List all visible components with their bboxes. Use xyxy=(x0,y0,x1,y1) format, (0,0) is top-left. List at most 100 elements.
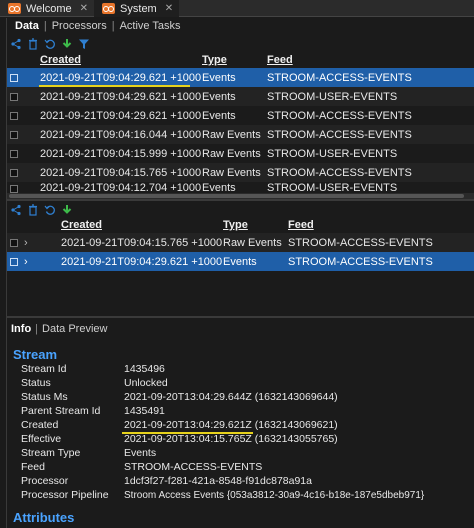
row-checkbox[interactable] xyxy=(10,149,18,158)
property-row: Status Ms 2021-09-20T13:04:29.644Z (16321… xyxy=(21,390,471,404)
attributes-section-title: Attributes xyxy=(13,510,75,525)
delete-icon[interactable] xyxy=(27,38,39,50)
cell-created: 2021-09-21T09:04:29.621 +1000 xyxy=(40,90,202,103)
tab-welcome[interactable]: Welcome ✕ xyxy=(0,0,94,17)
restore-icon[interactable] xyxy=(44,38,56,50)
cell-feed: STROOM-ACCESS-EVENTS xyxy=(288,236,433,249)
close-icon[interactable]: ✕ xyxy=(165,3,173,14)
property-row: Processor 1dcf3f27-f281-421a-8548-f91dc87… xyxy=(21,474,471,488)
table-row[interactable]: 2021-09-21T09:04:29.621 +1000 Events STR… xyxy=(7,106,474,125)
property-key: Stream Type xyxy=(21,447,81,459)
property-key: Status Ms xyxy=(21,391,68,403)
property-value: 2021-09-20T13:04:15.765Z (1632143055765) xyxy=(124,433,338,445)
related-streams-grid: Created Type Feed › 2021-09-21T09:04:15.… xyxy=(7,217,474,271)
property-key: Effective xyxy=(21,433,62,445)
filter-icon[interactable] xyxy=(78,38,90,50)
table-row[interactable]: 2021-09-21T09:04:16.044 +1000 Raw Events… xyxy=(7,125,474,144)
table-row[interactable]: › 2021-09-21T09:04:29.621 +1000 Events S… xyxy=(7,252,474,271)
header-type[interactable]: Type xyxy=(202,54,227,66)
header-feed[interactable]: Feed xyxy=(288,219,314,231)
table-row[interactable]: 2021-09-21T09:04:29.621 +1000 Events STR… xyxy=(7,87,474,106)
cell-feed: STROOM-ACCESS-EVENTS xyxy=(267,128,412,141)
header-type[interactable]: Type xyxy=(223,219,248,231)
tab-label: System xyxy=(120,2,157,15)
stroom-logo-icon xyxy=(102,3,116,14)
expand-chevron-icon[interactable]: › xyxy=(24,237,28,249)
property-key: Created xyxy=(21,419,59,431)
subtab-processors[interactable]: Processors xyxy=(52,20,107,34)
tab-info[interactable]: Info xyxy=(11,323,31,335)
bottom-toolbar xyxy=(10,203,73,217)
cell-created: 2021-09-21T09:04:29.621 +1000 xyxy=(40,71,202,84)
property-row: Stream Id 1435496 xyxy=(21,362,471,376)
row-checkbox[interactable] xyxy=(10,257,18,266)
property-value: Events xyxy=(124,447,157,459)
cell-type: Events xyxy=(223,255,257,268)
row-checkbox[interactable] xyxy=(10,111,18,120)
header-created[interactable]: Created xyxy=(40,54,81,66)
property-value: STROOM-ACCESS-EVENTS xyxy=(124,461,263,473)
property-key: Processor xyxy=(21,475,69,487)
row-checkbox[interactable] xyxy=(10,238,18,247)
subtab-active-tasks[interactable]: Active Tasks xyxy=(120,20,181,34)
cell-feed: STROOM-USER-EVENTS xyxy=(267,90,398,103)
property-key: Feed xyxy=(21,461,45,473)
property-row: Feed STROOM-ACCESS-EVENTS xyxy=(21,460,471,474)
property-row: Created 2021-09-20T13:04:29.621Z (1632143… xyxy=(21,418,471,432)
cell-type: Events xyxy=(202,109,236,122)
cell-created: 2021-09-21T09:04:29.621 +1000 xyxy=(61,255,223,268)
stroom-logo-icon xyxy=(8,3,21,14)
tab-data-preview[interactable]: Data Preview xyxy=(42,323,107,335)
property-row: Stream Type Events xyxy=(21,446,471,460)
tab-bar: Welcome ✕ System ✕ xyxy=(0,0,474,17)
header-created[interactable]: Created xyxy=(61,219,102,231)
info-tabs: Info | Data Preview xyxy=(11,323,107,335)
cell-type: Events xyxy=(202,71,236,84)
download-icon[interactable] xyxy=(61,38,73,50)
streams-grid: Created Type Feed 2021-09-21T09:04:29.62… xyxy=(7,52,474,194)
property-key: Status xyxy=(21,377,51,389)
scrollbar-thumb[interactable] xyxy=(9,194,464,198)
property-value: 2021-09-20T13:04:29.621Z (1632143069621) xyxy=(124,419,338,431)
row-checkbox[interactable] xyxy=(10,168,18,177)
cell-type: Events xyxy=(202,90,236,103)
share-icon[interactable] xyxy=(10,204,22,216)
share-icon[interactable] xyxy=(10,38,22,50)
property-row: Status Unlocked xyxy=(21,376,471,390)
cell-type: Raw Events xyxy=(202,166,261,179)
subtab-data[interactable]: Data xyxy=(15,20,39,34)
row-checkbox[interactable] xyxy=(10,92,18,101)
separator: | xyxy=(43,20,47,32)
cell-type: Raw Events xyxy=(202,128,261,141)
tab-system[interactable]: System ✕ xyxy=(94,0,180,17)
separator: | xyxy=(35,323,39,335)
property-key: Stream Id xyxy=(21,363,67,375)
cell-type: Raw Events xyxy=(223,236,282,249)
splitter[interactable] xyxy=(7,199,474,201)
cell-feed: STROOM-ACCESS-EVENTS xyxy=(288,255,433,268)
tab-label: Welcome xyxy=(26,2,72,15)
highlight-underline xyxy=(39,85,190,87)
splitter[interactable] xyxy=(7,316,474,318)
cell-created: 2021-09-21T09:04:15.765 +1000 xyxy=(40,166,202,179)
table-row[interactable]: 2021-09-21T09:04:15.765 +1000 Raw Events… xyxy=(7,163,474,182)
header-feed[interactable]: Feed xyxy=(267,54,293,66)
separator: | xyxy=(111,20,115,32)
expand-chevron-icon[interactable]: › xyxy=(24,256,28,268)
row-checkbox[interactable] xyxy=(10,73,18,82)
delete-icon[interactable] xyxy=(27,204,39,216)
table-row[interactable]: 2021-09-21T09:04:15.999 +1000 Raw Events… xyxy=(7,144,474,163)
download-icon[interactable] xyxy=(61,204,73,216)
restore-icon[interactable] xyxy=(44,204,56,216)
cell-created: 2021-09-21T09:04:15.765 +1000 xyxy=(61,236,223,249)
property-value: 1435496 xyxy=(124,363,165,375)
property-row: Effective 2021-09-20T13:04:15.765Z (16321… xyxy=(21,432,471,446)
table-row[interactable]: › 2021-09-21T09:04:15.765 +1000 Raw Even… xyxy=(7,233,474,252)
close-icon[interactable]: ✕ xyxy=(80,3,88,14)
top-toolbar xyxy=(10,37,90,51)
row-checkbox[interactable] xyxy=(10,130,18,139)
cell-feed: STROOM-ACCESS-EVENTS xyxy=(267,166,412,179)
row-checkbox[interactable] xyxy=(10,185,18,193)
property-value: Unlocked xyxy=(124,377,168,389)
cell-feed: STROOM-USER-EVENTS xyxy=(267,147,398,160)
